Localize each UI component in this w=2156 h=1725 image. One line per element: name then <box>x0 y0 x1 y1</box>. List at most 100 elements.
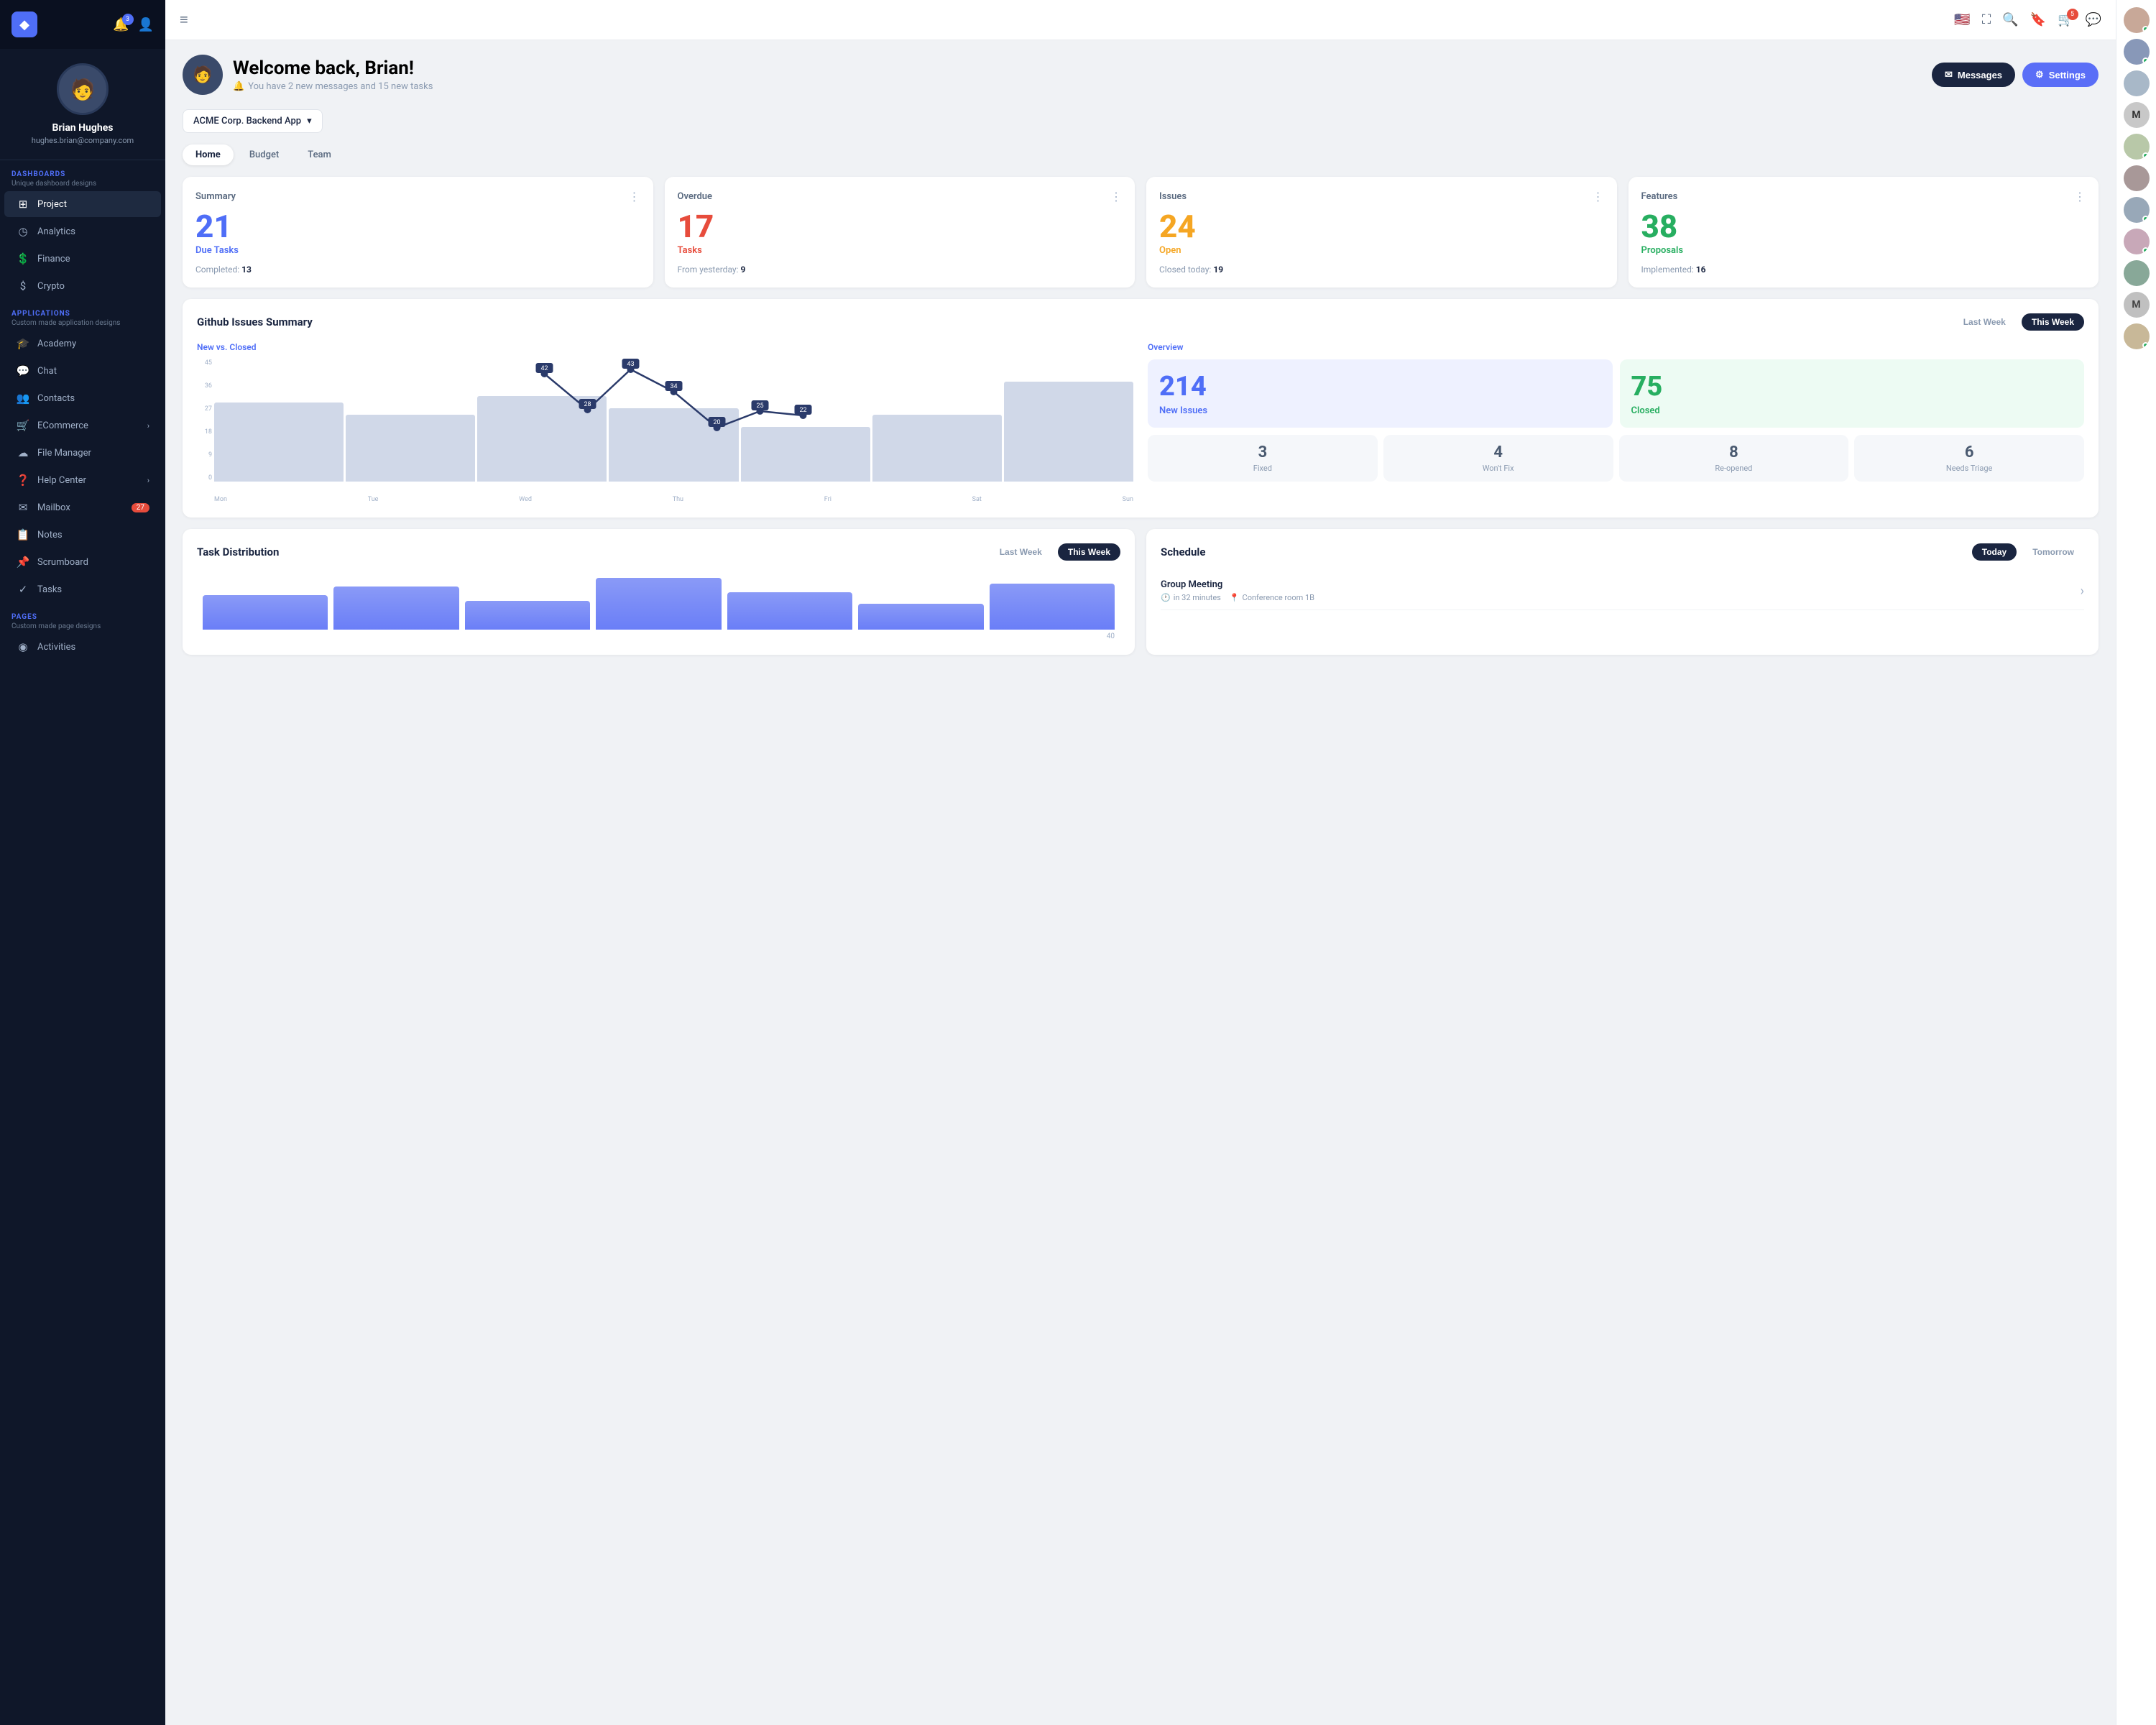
sidebar-item-crypto[interactable]: $ Crypto <box>4 273 161 299</box>
sidebar-item-chat[interactable]: 💬 Chat <box>4 358 161 384</box>
sidebar-item-activities[interactable]: ◉ Activities <box>4 634 161 660</box>
contact-avatar[interactable] <box>2124 229 2150 254</box>
sidebar-item-label: Finance <box>37 254 70 264</box>
tasks-icon: ✓ <box>16 583 30 596</box>
stats-row: Summary ⋮ 21 Due Tasks Completed: 13 Ove… <box>183 177 2099 288</box>
messages-button[interactable]: ✉ Messages <box>1932 63 2015 87</box>
sidebar-item-ecommerce[interactable]: 🛒 ECommerce › <box>4 413 161 438</box>
stat-card-header: Issues ⋮ <box>1159 190 1604 203</box>
user-icon[interactable]: 👤 <box>138 17 154 32</box>
tab-budget[interactable]: Budget <box>236 144 292 165</box>
svg-text:25: 25 <box>756 402 763 410</box>
task-bar <box>990 584 1115 630</box>
project-selector[interactable]: ACME Corp. Backend App ▾ <box>183 109 323 133</box>
notification-badge: 3 <box>122 14 134 25</box>
menu-icon[interactable]: ≡ <box>180 11 188 29</box>
sidebar-item-project[interactable]: ⊞ Project <box>4 191 161 217</box>
needs-triage-card: 6 Needs Triage <box>1854 435 2084 482</box>
stat-card-overdue: Overdue ⋮ 17 Tasks From yesterday: 9 <box>665 177 1135 288</box>
fixed-number: 3 <box>1156 443 1369 461</box>
card-menu-icon[interactable]: ⋮ <box>1110 190 1122 203</box>
stat-label: Open <box>1159 245 1604 256</box>
stat-number: 21 <box>195 211 640 242</box>
needs-triage-label: Needs Triage <box>1863 464 2076 473</box>
tomorrow-button[interactable]: Tomorrow <box>2022 543 2084 561</box>
project-icon: ⊞ <box>16 198 30 211</box>
stat-footer: Closed today: 19 <box>1159 264 1604 275</box>
contact-avatar[interactable] <box>2124 70 2150 96</box>
notifications-icon[interactable]: 🔔 3 <box>113 17 129 32</box>
fullscreen-icon[interactable]: ⛶ <box>1982 12 1991 27</box>
closed-label: Closed <box>1631 405 2073 416</box>
bookmark-icon[interactable]: 🔖 <box>2030 12 2046 27</box>
x-axis: Mon Tue Wed Thu Fri Sat Sun <box>214 496 1133 503</box>
stat-card-issues: Issues ⋮ 24 Open Closed today: 19 <box>1146 177 1617 288</box>
messages-icon[interactable]: 💬 <box>2086 12 2101 27</box>
task-last-week-button[interactable]: Last Week <box>990 543 1052 561</box>
card-menu-icon[interactable]: ⋮ <box>2074 190 2086 203</box>
tab-team[interactable]: Team <box>295 144 344 165</box>
closed-number: 75 <box>1631 371 2073 402</box>
sidebar-item-scrumboard[interactable]: 📌 Scrumboard <box>4 549 161 575</box>
cart-icon[interactable]: 🛒 5 <box>2058 12 2073 27</box>
period-buttons: Last Week This Week <box>1953 313 2084 331</box>
gear-icon: ⚙ <box>2035 69 2044 80</box>
contact-avatar[interactable] <box>2124 165 2150 191</box>
last-week-button[interactable]: Last Week <box>1953 313 2016 331</box>
stat-card-features: Features ⋮ 38 Proposals Implemented: 16 <box>1628 177 2099 288</box>
card-menu-icon[interactable]: ⋮ <box>629 190 640 203</box>
task-bar <box>333 586 459 630</box>
search-icon[interactable]: 🔍 <box>2002 12 2018 27</box>
welcome-section: 🧑 Welcome back, Brian! 🔔 You have 2 new … <box>183 55 2099 95</box>
svg-text:28: 28 <box>584 401 591 408</box>
schedule-arrow-icon[interactable]: › <box>2081 584 2084 599</box>
welcome-greeting: Welcome back, Brian! <box>233 58 433 79</box>
sidebar-item-finance[interactable]: 💲 Finance <box>4 246 161 272</box>
sidebar-item-tasks[interactable]: ✓ Tasks <box>4 576 161 602</box>
card-menu-icon[interactable]: ⋮ <box>1593 190 1604 203</box>
sidebar-item-notes[interactable]: 📋 Notes <box>4 522 161 548</box>
dashboards-sublabel: Unique dashboard designs <box>11 180 154 188</box>
dashboards-label: DASHBOARDS <box>11 170 154 178</box>
contact-avatar[interactable] <box>2124 134 2150 160</box>
settings-button[interactable]: ⚙ Settings <box>2022 63 2099 87</box>
schedule-meta: 🕐 in 32 minutes 📍 Conference room 1B <box>1161 593 1314 602</box>
sidebar-item-helpcenter[interactable]: ❓ Help Center › <box>4 467 161 493</box>
sidebar-item-mailbox[interactable]: ✉ Mailbox 27 <box>4 494 161 520</box>
sidebar-item-analytics[interactable]: ◷ Analytics <box>4 218 161 244</box>
sidebar-item-label: ECommerce <box>37 420 88 431</box>
reopened-card: 8 Re-opened <box>1619 435 1849 482</box>
sidebar-item-filemanager[interactable]: ☁ File Manager <box>4 440 161 466</box>
contact-avatar[interactable] <box>2124 7 2150 33</box>
stat-footer: Completed: 13 <box>195 264 640 275</box>
flag-icon[interactable]: 🇺🇸 <box>1954 12 1970 27</box>
this-week-button[interactable]: This Week <box>2022 313 2084 331</box>
task-this-week-button[interactable]: This Week <box>1058 543 1120 561</box>
clock-icon: 🕐 <box>1161 593 1171 602</box>
app-logo[interactable]: ◆ <box>11 12 37 37</box>
sidebar-item-academy[interactable]: 🎓 Academy <box>4 331 161 356</box>
online-indicator <box>2142 58 2149 64</box>
contact-avatar[interactable] <box>2124 260 2150 286</box>
contact-avatar[interactable] <box>2124 323 2150 349</box>
stat-label: Proposals <box>1641 245 2086 256</box>
chevron-right-icon: › <box>147 476 149 485</box>
needs-triage-number: 6 <box>1863 443 2076 461</box>
contact-avatar[interactable] <box>2124 39 2150 65</box>
contact-avatar[interactable]: M <box>2124 102 2150 128</box>
contact-avatar[interactable]: M <box>2124 292 2150 318</box>
stat-number: 17 <box>678 211 1123 242</box>
main-content: 🧑 Welcome back, Brian! 🔔 You have 2 new … <box>165 40 2116 1725</box>
tab-home[interactable]: Home <box>183 144 234 165</box>
svg-text:43: 43 <box>627 361 634 368</box>
today-button[interactable]: Today <box>1972 543 2017 561</box>
sidebar-item-label: File Manager <box>37 448 91 459</box>
sidebar-item-label: Project <box>37 199 67 210</box>
y-axis: 45 36 27 18 9 0 <box>197 359 214 482</box>
topbar: ≡ 🇺🇸 ⛶ 🔍 🔖 🛒 5 💬 <box>165 0 2116 40</box>
contact-avatar[interactable] <box>2124 197 2150 223</box>
user-profile: 🧑 Brian Hughes hughes.brian@company.com <box>0 49 165 160</box>
svg-text:34: 34 <box>670 383 677 390</box>
sidebar-item-contacts[interactable]: 👥 Contacts <box>4 385 161 411</box>
chart-label: New vs. Closed <box>197 342 1133 352</box>
